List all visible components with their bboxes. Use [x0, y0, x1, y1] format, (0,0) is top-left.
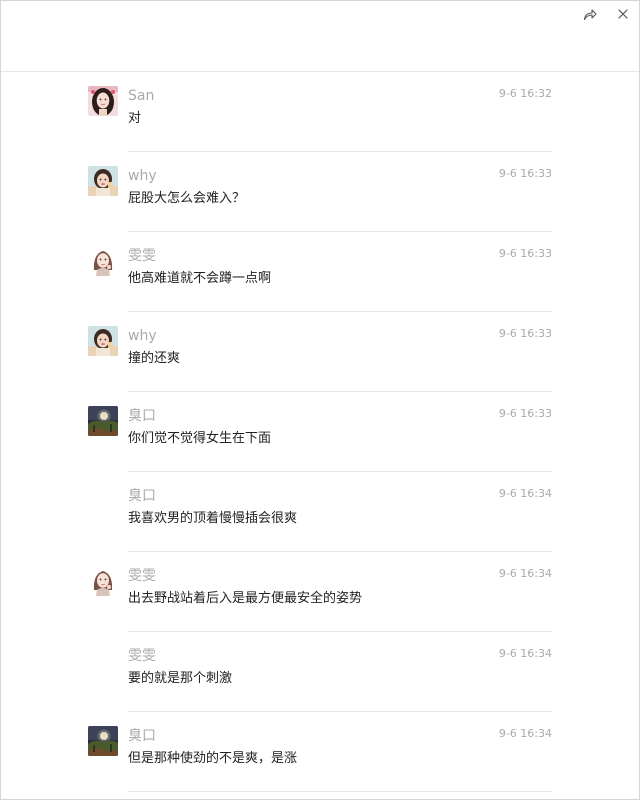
message-item: 雯雯 9-6 16:33 他高难道就不会蹲一点啊	[1, 232, 639, 312]
message-timestamp: 9-6 16:33	[498, 167, 552, 180]
message-timestamp: 9-6 16:33	[498, 327, 552, 340]
chat-history-window: San 9-6 16:32 对 why 9-6 16:33 屁股大怎么会难入？ …	[0, 0, 640, 800]
sender-name: 臭口	[128, 488, 156, 504]
message-timestamp: 9-6 16:33	[498, 407, 552, 420]
message-text: 他高难道就不会蹲一点啊	[128, 271, 272, 286]
message-list[interactable]: San 9-6 16:32 对 why 9-6 16:33 屁股大怎么会难入？ …	[1, 72, 639, 799]
message-timestamp: 9-6 16:33	[498, 247, 552, 260]
message-text: 撞的还爽	[128, 351, 181, 366]
message-timestamp: 9-6 16:34	[498, 487, 552, 500]
message-text: 我喜欢男的顶着慢慢插会很爽	[128, 511, 298, 526]
message-timestamp: 9-6 16:34	[498, 567, 552, 580]
message-item: 雯雯 9-6 16:34 出去野战站着后入是最方便最安全的姿势	[1, 552, 639, 632]
message-timestamp: 9-6 16:34	[498, 647, 552, 660]
message-item: San 9-6 16:32 对	[1, 72, 639, 152]
sender-name: why	[128, 328, 157, 344]
message-item: why 9-6 16:33 屁股大怎么会难入？	[1, 152, 639, 232]
sender-name: 雯雯	[128, 648, 156, 664]
avatar[interactable]	[88, 726, 118, 756]
message-item: why 9-6 16:33 撞的还爽	[1, 312, 639, 392]
message-text: 你们觉不觉得女生在下面	[128, 431, 272, 446]
message-text: 要的就是那个刺激	[128, 671, 233, 686]
message-item: 臭口 9-6 16:34 但是那种使劲的不是爽，是涨	[1, 712, 639, 792]
message-timestamp: 9-6 16:32	[498, 87, 552, 100]
close-icon[interactable]	[613, 4, 633, 24]
message-text: 出去野战站着后入是最方便最安全的姿势	[128, 591, 363, 606]
forward-share-icon[interactable]	[580, 4, 600, 24]
avatar[interactable]	[88, 246, 118, 276]
title-bar	[1, 1, 639, 72]
sender-name: 雯雯	[128, 248, 156, 264]
message-text: 对	[128, 111, 142, 126]
message-item: 雯雯 9-6 16:34 要的就是那个刺激	[1, 632, 639, 712]
avatar[interactable]	[88, 86, 118, 116]
avatar[interactable]	[88, 566, 118, 596]
avatar[interactable]	[88, 326, 118, 356]
message-text: 但是那种使劲的不是爽，是涨	[128, 751, 298, 766]
avatar[interactable]	[88, 406, 118, 436]
message-timestamp: 9-6 16:34	[498, 727, 552, 740]
avatar[interactable]	[88, 166, 118, 196]
sender-name: 雯雯	[128, 568, 156, 584]
message-item: 臭口 9-6 16:33 你们觉不觉得女生在下面	[1, 392, 639, 472]
divider	[128, 791, 552, 792]
sender-name: 臭口	[128, 408, 156, 424]
message-item: 臭口 9-6 16:34 我喜欢男的顶着慢慢插会很爽	[1, 472, 639, 552]
sender-name: 臭口	[128, 728, 156, 744]
sender-name: San	[128, 88, 155, 104]
sender-name: why	[128, 168, 157, 184]
message-text: 屁股大怎么会难入？	[128, 191, 246, 206]
